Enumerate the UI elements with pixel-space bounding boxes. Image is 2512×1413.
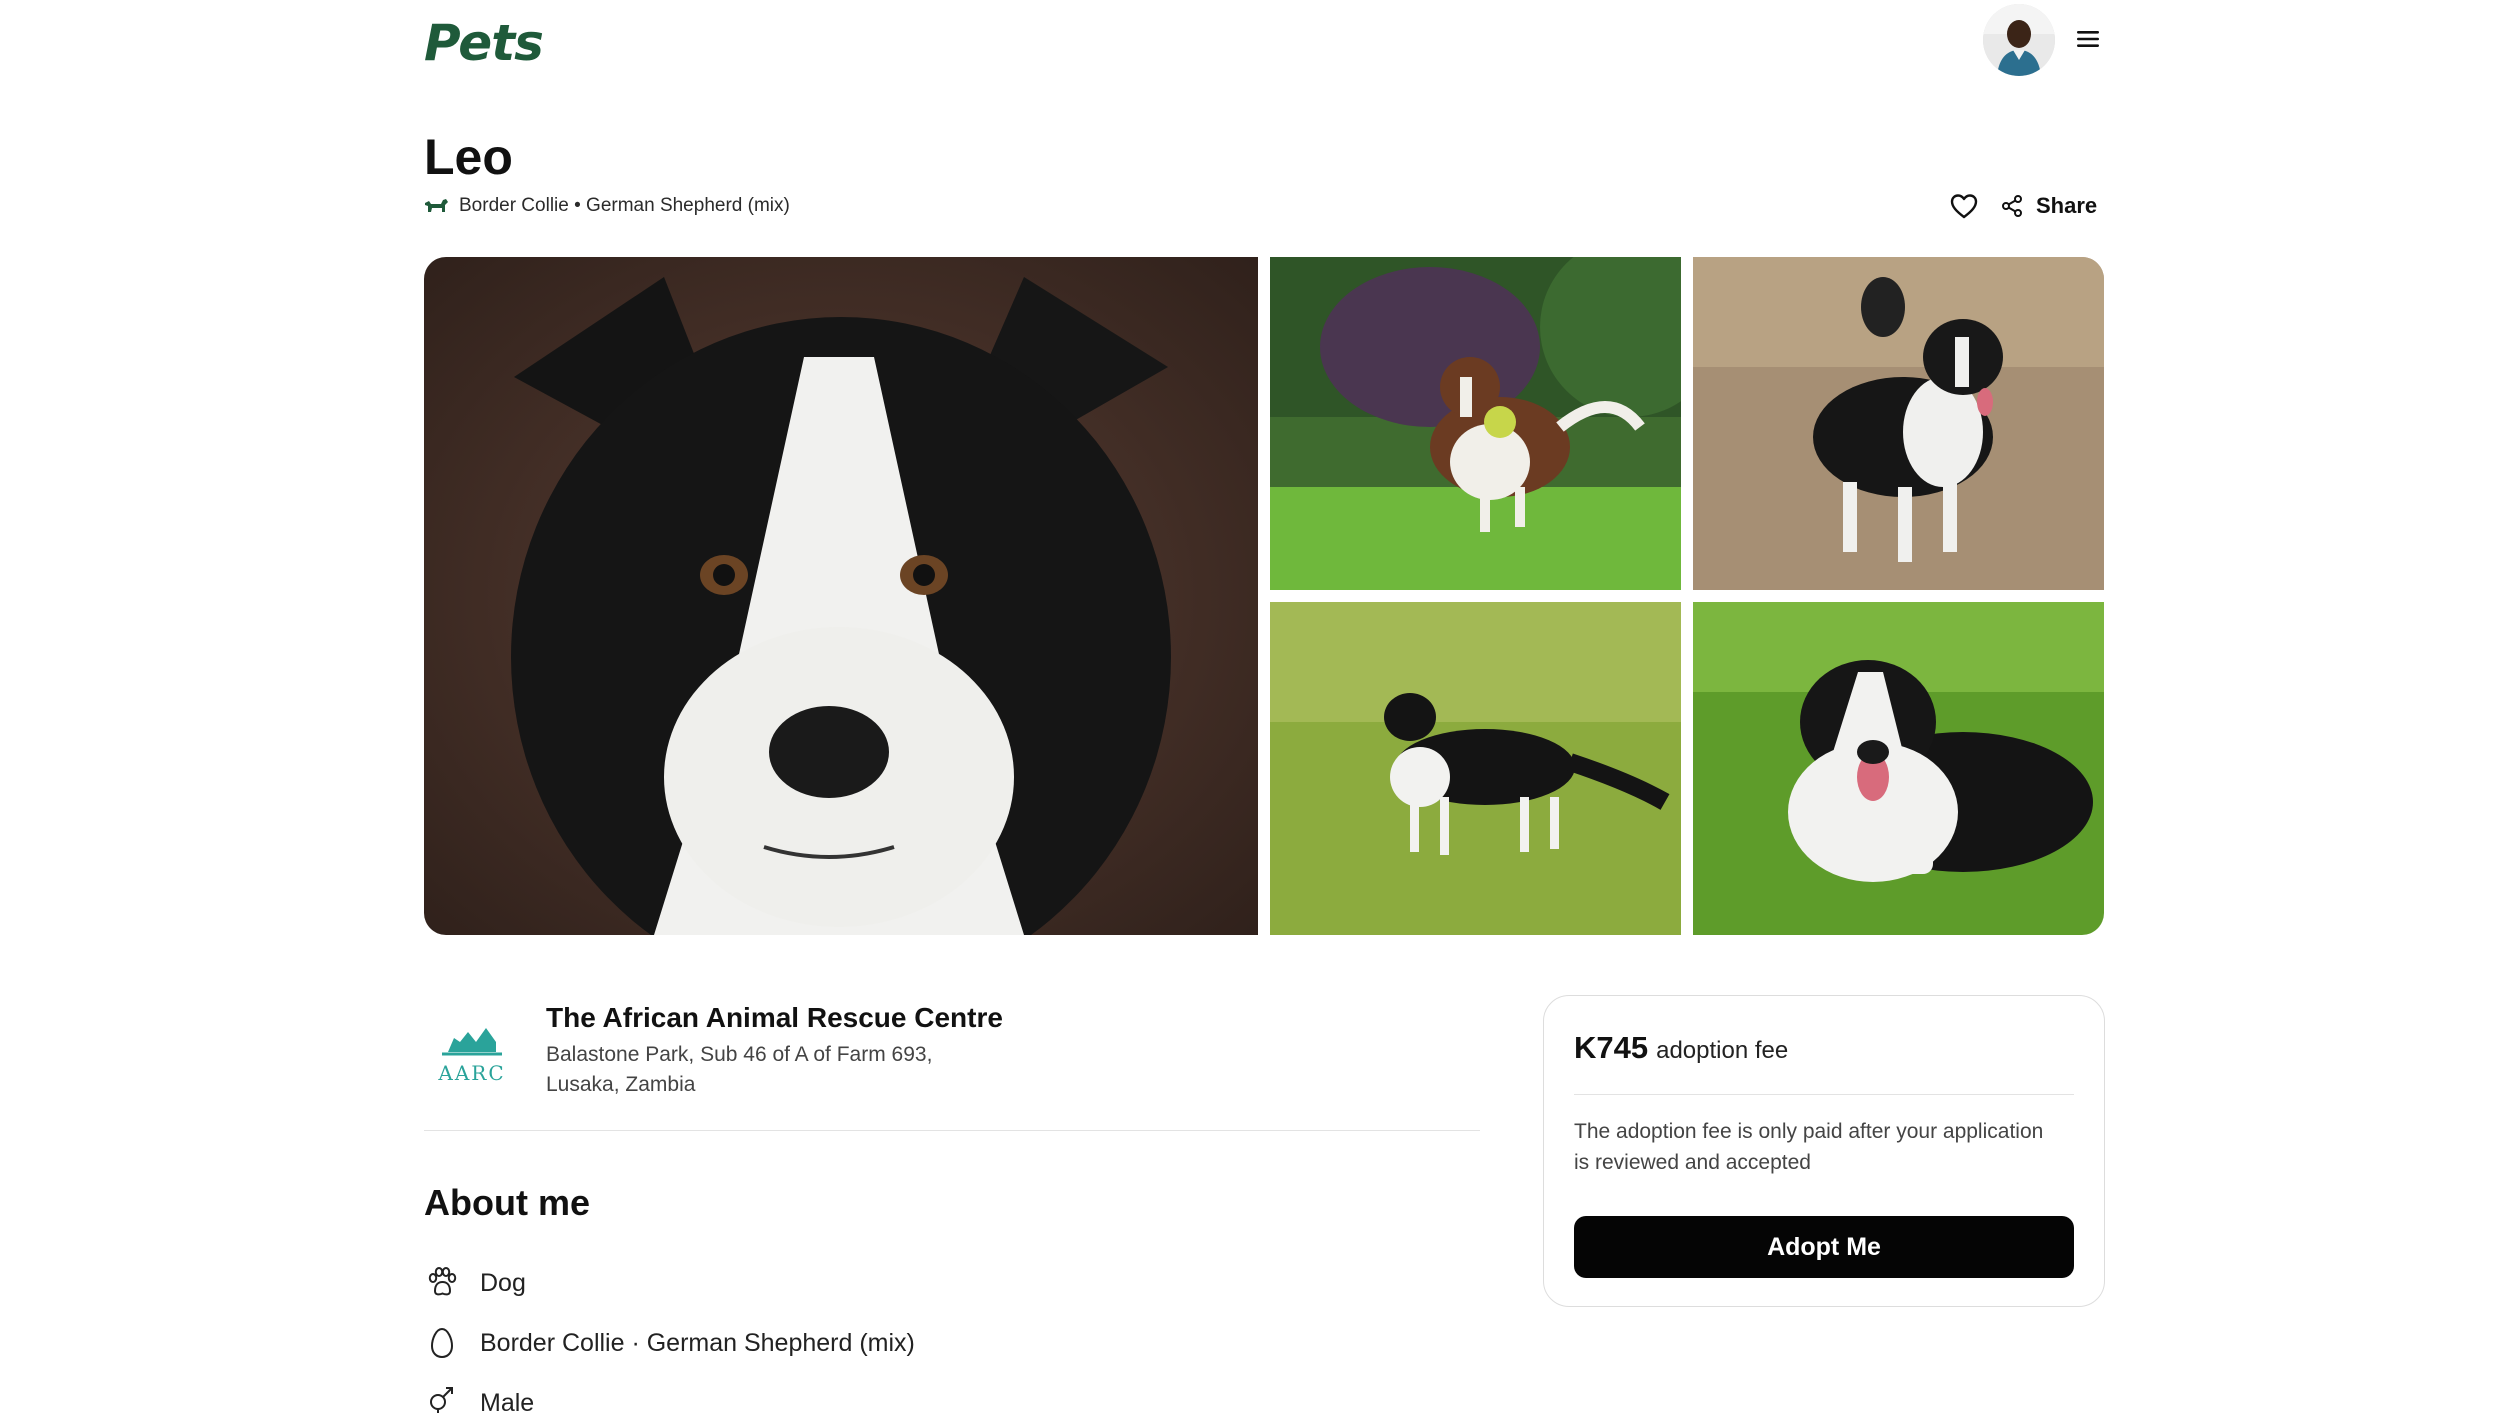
photo-b-image bbox=[1693, 257, 2104, 590]
address-line-1: Balastone Park, Sub 46 of A of Farm 693, bbox=[546, 1043, 933, 1066]
section-divider bbox=[424, 1130, 1480, 1131]
fee-line: K745 adoption fee bbox=[1574, 1030, 1788, 1066]
user-avatar[interactable] bbox=[1983, 4, 2055, 76]
share-label: Share bbox=[2036, 193, 2098, 218]
attribute-breed: Border Collie · German Shepherd (mix) bbox=[424, 1323, 915, 1363]
egg-icon bbox=[430, 1327, 454, 1359]
pets-logo[interactable]: Pets bbox=[424, 14, 544, 72]
aarc-logo-text: AARC bbox=[437, 1061, 505, 1085]
brown-white-collie-with-ball-photo[interactable] bbox=[1270, 257, 1681, 590]
menu-button[interactable] bbox=[2074, 26, 2102, 52]
organization-logo[interactable]: AARC bbox=[430, 1008, 514, 1092]
attribute-sex: Male bbox=[424, 1383, 534, 1413]
attribute-sex-text: Male bbox=[480, 1388, 535, 1413]
fee-divider bbox=[1574, 1094, 2074, 1095]
fee-note: The adoption fee is only paid after your… bbox=[1574, 1120, 2044, 1174]
photo-c-image bbox=[1270, 602, 1681, 935]
gender-icon bbox=[430, 1387, 453, 1413]
fee-label: adoption fee bbox=[1656, 1037, 1789, 1064]
adopt-me-button[interactable]: Adopt Me bbox=[1574, 1216, 2074, 1278]
adoption-fee-card: K745 adoption fee The adoption fee is on… bbox=[1543, 995, 2105, 1307]
address-line-2: Lusaka, Zambia bbox=[546, 1073, 696, 1096]
photo-a-image bbox=[1270, 257, 1681, 590]
avatar-image bbox=[1983, 4, 2055, 76]
about-me-heading: About me bbox=[424, 1182, 590, 1223]
fee-amount: K745 bbox=[1574, 1030, 1649, 1065]
photo-d-image bbox=[1693, 602, 2104, 935]
organization-name[interactable]: The African Animal Rescue Centre bbox=[546, 1002, 1003, 1034]
photo-gallery bbox=[424, 257, 2104, 935]
border-collie-closeup-photo[interactable] bbox=[424, 257, 1258, 935]
collie-standing-on-grass-photo[interactable] bbox=[1270, 602, 1681, 935]
breed-summary-text: Border Collie • German Shepherd (mix) bbox=[459, 195, 790, 216]
paw-icon bbox=[428, 1267, 457, 1296]
main-photo-image bbox=[424, 257, 1258, 935]
organization-address: Balastone Park, Sub 46 of A of Farm 693,… bbox=[546, 1040, 1066, 1100]
heart-icon bbox=[1950, 194, 1978, 219]
attribute-breed-text: Border Collie · German Shepherd (mix) bbox=[480, 1328, 915, 1357]
pet-profile-page: Pets Leo Border Collie • German Shepherd… bbox=[0, 0, 2512, 1413]
collie-lying-on-grass-photo[interactable] bbox=[1693, 602, 2104, 935]
black-white-collie-on-dirt-photo[interactable] bbox=[1693, 257, 2104, 590]
aarc-logo-image: AARC bbox=[437, 1028, 505, 1085]
dog-icon bbox=[425, 199, 448, 212]
attribute-species-text: Dog bbox=[480, 1268, 526, 1297]
favorite-button[interactable] bbox=[1948, 190, 1980, 222]
pet-name: Leo bbox=[424, 129, 513, 185]
breed-summary: Border Collie • German Shepherd (mix) bbox=[423, 192, 790, 220]
share-button[interactable]: Share bbox=[2000, 190, 2097, 222]
hamburger-menu-icon bbox=[2077, 31, 2099, 47]
share-icon bbox=[2002, 195, 2022, 217]
attribute-species: Dog bbox=[424, 1263, 526, 1303]
